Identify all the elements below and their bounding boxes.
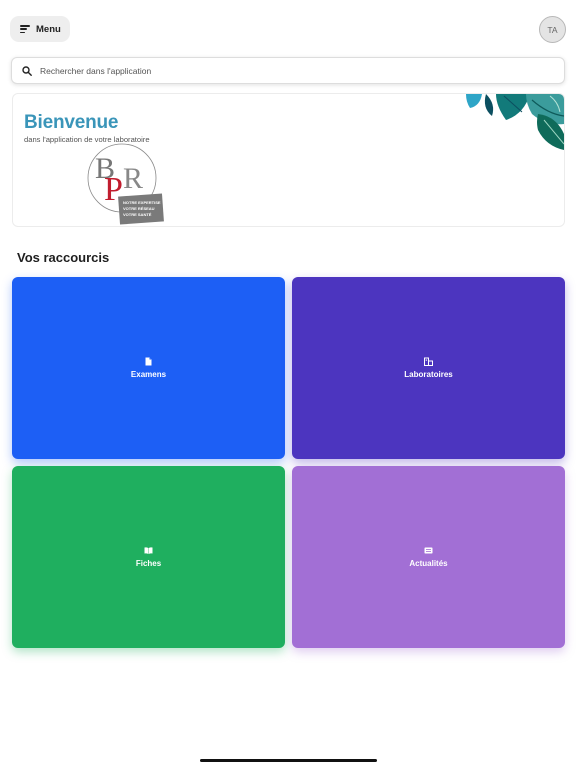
search-icon xyxy=(22,65,32,76)
shortcut-fiches[interactable]: Fiches xyxy=(12,466,285,648)
search-bar[interactable] xyxy=(11,57,565,84)
shortcut-examens[interactable]: Examens xyxy=(12,277,285,459)
newspaper-icon xyxy=(424,547,433,554)
home-indicator xyxy=(200,759,377,762)
book-icon xyxy=(144,547,153,554)
menu-label: Menu xyxy=(36,23,61,35)
laboratory-logo: B P R NOTRE EXPERTISE VOTRE RÉSEAU VOTRE… xyxy=(87,143,164,225)
svg-text:NOTRE EXPERTISE: NOTRE EXPERTISE xyxy=(123,200,161,205)
leaves-decoration xyxy=(466,94,564,150)
document-icon xyxy=(145,357,152,366)
search-input[interactable] xyxy=(40,65,520,76)
welcome-card: Bienvenue dans l'application de votre la… xyxy=(12,93,565,227)
shortcut-actualites[interactable]: Actualités xyxy=(292,466,565,648)
shortcut-label: Laboratoires xyxy=(404,370,453,379)
avatar[interactable]: TA xyxy=(539,16,566,43)
shortcut-label: Examens xyxy=(130,370,167,379)
avatar-initials: TA xyxy=(547,24,558,35)
shortcut-label: Fiches xyxy=(135,559,162,568)
svg-text:VOTRE RÉSEAU: VOTRE RÉSEAU xyxy=(123,206,155,211)
building-icon xyxy=(424,357,433,366)
shortcuts-title: Vos raccourcis xyxy=(17,250,110,265)
welcome-title: Bienvenue xyxy=(24,112,119,133)
shortcut-label: Actualités xyxy=(409,559,448,568)
top-bar: Menu TA xyxy=(0,0,576,56)
svg-text:R: R xyxy=(123,162,143,195)
hamburger-icon xyxy=(20,25,30,33)
menu-button[interactable]: Menu xyxy=(10,16,70,42)
shortcut-laboratoires[interactable]: Laboratoires xyxy=(292,277,565,459)
svg-text:VOTRE SANTÉ: VOTRE SANTÉ xyxy=(123,212,152,217)
